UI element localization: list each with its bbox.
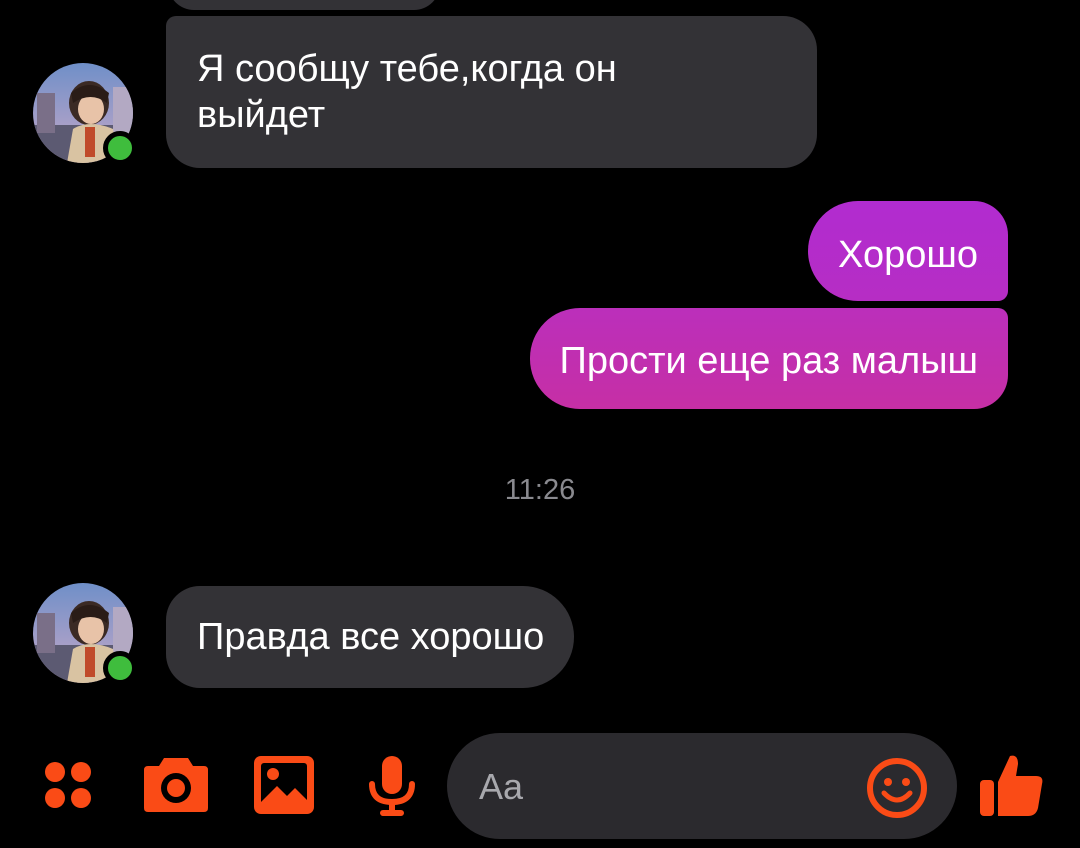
online-status-dot [103, 651, 137, 685]
thumbs-up-icon[interactable] [978, 752, 1046, 818]
message-bubble-incoming[interactable]: Я сообщу тебе,когда он выйдет [166, 16, 817, 168]
message-text: Хорошо [838, 234, 978, 276]
contact-avatar[interactable] [33, 63, 137, 165]
message-text: Правда все хорошо [197, 616, 545, 658]
message-bubble-incoming[interactable]: Правда все хорошо [166, 586, 575, 688]
message-timestamp: 11:26 [504, 474, 576, 506]
emoji-icon[interactable] [866, 757, 928, 819]
online-status-dot [103, 131, 137, 165]
menu-dots-icon[interactable] [43, 760, 95, 812]
contact-avatar[interactable] [33, 583, 137, 685]
message-input[interactable] [477, 763, 861, 811]
message-bubble-outgoing[interactable]: Хорошо [808, 201, 1008, 301]
message-text-line: Я сообщу тебе,когда он [197, 48, 617, 90]
message-bubble-outgoing[interactable]: Прости еще раз малыш [529, 308, 1008, 409]
message-bubble-partial [168, 0, 440, 10]
message-text: Прости еще раз малыш [559, 340, 978, 382]
image-icon[interactable] [254, 756, 314, 814]
chat-screen: Я сообщу тебе,когда он выйдет Хорошо Про… [0, 0, 1080, 848]
message-text-line: выйдет [197, 94, 326, 136]
camera-icon[interactable] [142, 754, 210, 814]
microphone-icon[interactable] [367, 756, 417, 816]
